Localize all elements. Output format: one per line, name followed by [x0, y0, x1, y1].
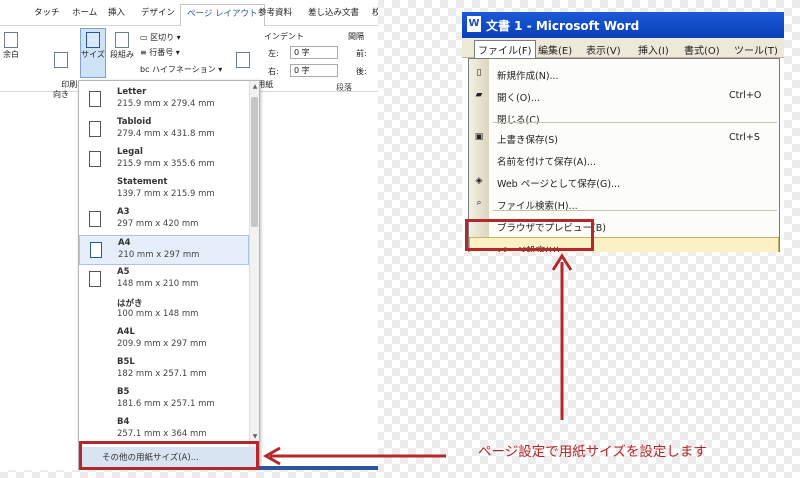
- instruction-caption: ページ設定で用紙サイズを設定します: [478, 444, 707, 460]
- arrow-to-page-setup: [551, 253, 573, 420]
- annotation-arrows: [262, 253, 573, 466]
- arrow-to-more-sizes: [262, 446, 446, 466]
